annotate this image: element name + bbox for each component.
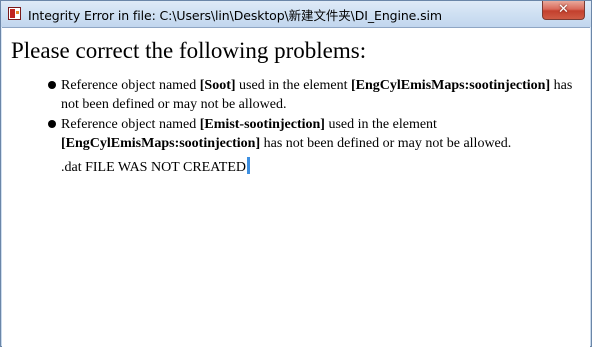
problem-element: [EngCylEmisMaps:sootinjection] [351,78,551,93]
status-message[interactable]: .dat FILE WAS NOT CREATED [61,157,250,177]
bullet-icon [48,81,56,89]
bullet-icon [48,120,56,128]
problem-suffix: has not been defined or may not be allow… [260,136,512,151]
problem-object: [Soot] [199,78,236,93]
app-icon [8,7,21,20]
error-dialog-window: Integrity Error in file: C:\Users\lin\De… [0,0,592,347]
problem-middle: used in the element [324,117,437,132]
problem-item: Reference object named [Emist-sootinject… [47,115,582,153]
status-text: .dat FILE WAS NOT CREATED [61,160,246,175]
message-area: Please correct the following problems: R… [2,27,590,347]
title-bar[interactable]: Integrity Error in file: C:\Users\lin\De… [1,1,591,27]
problem-middle: used in the element [235,78,352,93]
window-title: Integrity Error in file: C:\Users\lin\De… [28,8,443,23]
text-caret [246,157,250,174]
problem-element: [EngCylEmisMaps:sootinjection] [61,136,261,151]
problem-object: [Emist-sootinjection] [199,117,325,132]
problem-item: Reference object named [Soot] used in th… [47,76,582,114]
problem-prefix: Reference object named [61,117,200,132]
close-button[interactable]: ✕ [542,1,585,20]
problem-list: Reference object named [Soot] used in th… [47,76,582,154]
page-title: Please correct the following problems: [11,38,367,63]
problem-prefix: Reference object named [61,78,200,93]
